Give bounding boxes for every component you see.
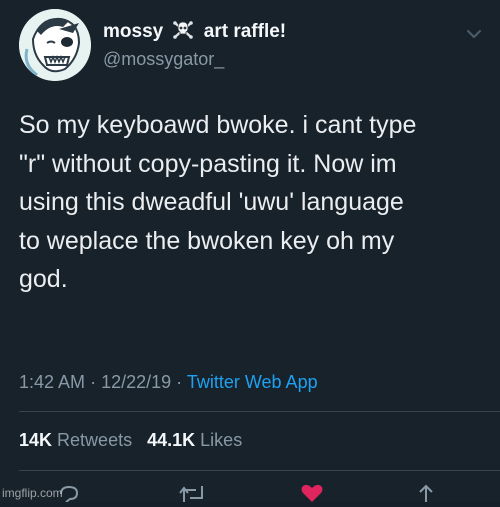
divider: [19, 470, 500, 471]
chevron-down-icon[interactable]: [466, 27, 482, 39]
tweet-text-line: "r" without copy-pasting it. Now im: [19, 149, 397, 178]
retweet-icon[interactable]: [178, 484, 208, 502]
user-handle[interactable]: @mossygator_: [103, 49, 224, 70]
retweets-count[interactable]: 14K: [19, 430, 52, 450]
like-icon[interactable]: [300, 484, 324, 502]
display-name[interactable]: mossy art raffle!: [103, 20, 286, 43]
tweet-date[interactable]: 12/22/19: [101, 372, 171, 392]
meta-separator: ·: [176, 372, 183, 392]
display-name-part2: art raffle!: [203, 21, 287, 42]
tweet-source-link[interactable]: Twitter Web App: [187, 372, 318, 392]
tweet-text-line: So my keyboawd bwoke. i cant type: [19, 111, 417, 139]
tweet-text-line: god.: [19, 265, 68, 293]
display-name-part1: mossy: [103, 21, 164, 42]
likes-count[interactable]: 44.1K: [147, 430, 195, 450]
tweet-text-line: to weplace the bwoken key oh my: [19, 226, 395, 255]
retweets-label[interactable]: Retweets: [57, 430, 132, 450]
likes-label[interactable]: Likes: [200, 430, 242, 450]
engagement-stats: 14K Retweets 44.1K Likes: [19, 430, 242, 451]
meta-separator: ·: [90, 372, 97, 392]
avatar[interactable]: [19, 9, 91, 81]
tweet-card: mossy art raffle! @mossygator_ So my key…: [0, 0, 500, 503]
tweet-metadata: 1:42 AM · 12/22/19 · Twitter Web App: [19, 372, 318, 393]
tweet-text: So my keyboawd bwoke. i cant type "r" wi…: [19, 106, 489, 299]
watermark: imgflip.com: [2, 486, 63, 500]
divider: [19, 411, 500, 412]
tweet-text-line: using this dweadful 'uwu' language: [19, 188, 404, 216]
tweet-time[interactable]: 1:42 AM: [19, 372, 85, 392]
share-icon[interactable]: [416, 484, 436, 502]
skull-and-crossbones-icon: [172, 20, 194, 40]
